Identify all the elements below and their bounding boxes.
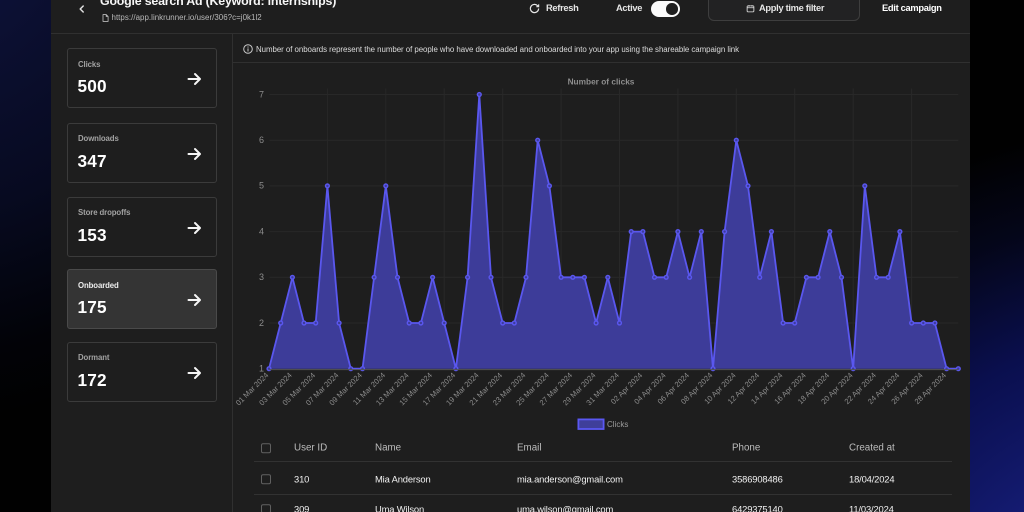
svg-text:7: 7 [259,89,264,99]
svg-text:3: 3 [259,272,264,282]
svg-text:Clicks: Clicks [607,420,628,429]
svg-text:2: 2 [259,318,264,328]
svg-text:4: 4 [259,226,264,236]
svg-text:Number of clicks: Number of clicks [568,77,635,87]
svg-text:6: 6 [259,135,264,145]
svg-text:5: 5 [259,181,264,191]
